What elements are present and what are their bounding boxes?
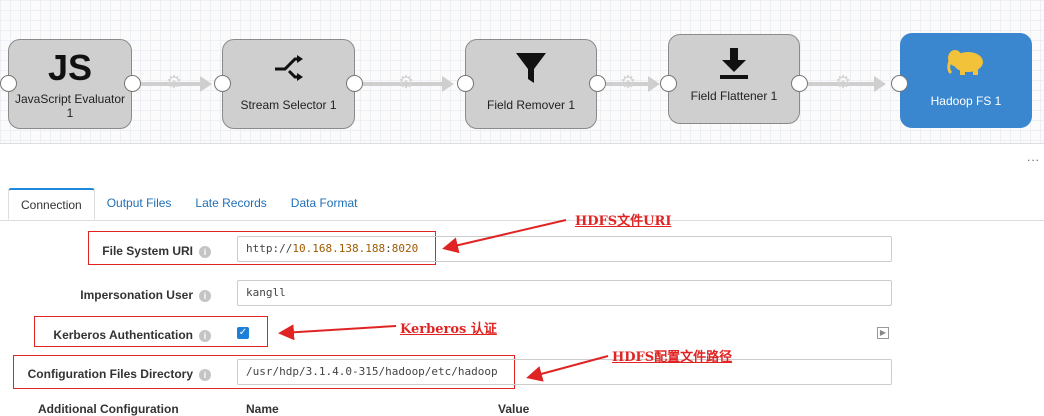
- annotation-arrow: [442, 219, 567, 254]
- annotation-arrows: [278, 219, 609, 382]
- annotation-arrow: [526, 355, 609, 382]
- annotation-arrow: [278, 324, 397, 341]
